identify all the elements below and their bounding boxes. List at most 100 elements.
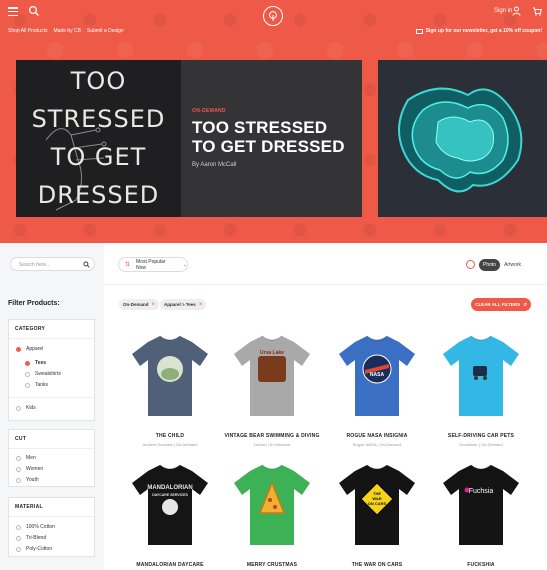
product-name[interactable]: FUCKSHIA — [431, 562, 531, 568]
category-apparel[interactable]: Apparel — [9, 344, 94, 354]
cut-youth-label: Youth — [26, 477, 39, 483]
filter-chip-tees[interactable]: Apparel > Tees × — [160, 299, 207, 310]
material-cotton-label: 100% Cotton — [26, 524, 55, 530]
design-text: Ursa Lake — [260, 350, 284, 356]
hero-banner: Sign in Shop All Products Made by CB Sub… — [0, 0, 547, 243]
radio-icon — [16, 455, 21, 461]
user-icon[interactable] — [512, 6, 521, 16]
clear-all-filters-button[interactable]: CLEAR ALL FILTERS ↺ — [471, 298, 531, 311]
featured-title[interactable]: TOO STRESSED TO GET DRESSED — [192, 118, 352, 156]
product-name[interactable]: SELF-DRIVING CAR PETS — [431, 433, 531, 439]
product-name[interactable]: ROGUE NASA INSIGNIA — [327, 433, 427, 439]
art-line-1: TOO — [70, 67, 127, 95]
product-image[interactable]: THE WAR ON CARS — [327, 453, 427, 553]
view-photo-button[interactable]: Photo — [479, 258, 501, 271]
search-input[interactable]: Search here... — [10, 257, 95, 271]
product-image[interactable] — [222, 453, 322, 553]
sort-icon: ⇅ — [125, 262, 131, 268]
product-name[interactable]: THE CHILD — [120, 433, 220, 439]
close-icon[interactable]: × — [199, 302, 203, 308]
category-kids-label: Kids — [26, 405, 36, 411]
product-artist[interactable]: Lefoot — [254, 442, 265, 447]
category-sweatshirts[interactable]: Sweatshirts — [9, 369, 94, 379]
menu-icon[interactable] — [8, 7, 18, 17]
product-card[interactable]: Ursa Lake VINTAGE BEAR SWIMMING & DIVING L… — [222, 324, 322, 447]
design-text: NASA — [370, 372, 385, 378]
cut-women[interactable]: Women — [9, 464, 94, 474]
category-apparel-label: Apparel — [26, 346, 44, 352]
product-card[interactable]: MERRY CRUSTMAS — [222, 453, 322, 568]
product-image[interactable]: Ursa Lake — [222, 324, 322, 424]
product-image[interactable] — [431, 324, 531, 424]
cut-men[interactable]: Men — [9, 453, 94, 463]
material-cotton[interactable]: 100% Cotton — [9, 522, 94, 532]
tshirt-body — [443, 465, 519, 545]
category-panel: CATEGORY Apparel Tees Sweatshirts Tanks … — [8, 319, 95, 421]
product-type: On-Demand — [379, 442, 402, 447]
australia-map-art — [398, 87, 523, 193]
product-meta: Andrew Onowski | On-Demand — [120, 442, 220, 447]
product-card[interactable]: NASA ROGUE NASA INSIGNIA Rogue NASA | On-D… — [327, 324, 427, 447]
product-card[interactable]: THE CHILD Andrew Onowski | On-Demand — [120, 324, 220, 447]
radio-icon — [25, 360, 30, 366]
filter-chip-ondemand[interactable]: On-Demand × — [119, 299, 160, 310]
child-design — [161, 368, 179, 380]
product-image[interactable]: MANDALORIAN DAYCARE SERVICES — [120, 453, 220, 553]
product-name[interactable]: VINTAGE BEAR SWIMMING & DIVING — [222, 433, 322, 439]
nav-made-by-cb[interactable]: Made by CB — [53, 28, 81, 34]
view-artwork-button[interactable]: Artwork — [504, 262, 521, 268]
cut-youth[interactable]: Youth — [9, 475, 94, 485]
nav-shop-all[interactable]: Shop All Products — [8, 28, 47, 34]
category-kids[interactable]: Kids — [9, 403, 94, 413]
material-polycotton[interactable]: Poly-Cotton — [9, 544, 94, 554]
search-icon[interactable] — [83, 261, 90, 268]
product-artist[interactable]: Rogue NASA — [353, 442, 377, 447]
product-image[interactable]: Fuchsia — [431, 453, 531, 553]
nav-submit-design[interactable]: Submit a Design — [87, 28, 124, 34]
clear-all-label: CLEAR ALL FILTERS — [475, 302, 521, 307]
tshirt-icon — [234, 464, 310, 545]
category-tanks[interactable]: Tanks — [9, 380, 94, 390]
cart-icon[interactable] — [532, 6, 542, 16]
category-tees[interactable]: Tees — [9, 358, 94, 368]
radio-icon — [16, 535, 21, 541]
category-sweatshirts-label: Sweatshirts — [35, 371, 61, 377]
product-card[interactable]: SELF-DRIVING CAR PETS Donalhmir | On-Dema… — [431, 324, 531, 447]
product-card[interactable]: MANDALORIAN DAYCARE SERVICES MANDALORIAN D… — [120, 453, 220, 568]
material-triblend[interactable]: Tri-Blend — [9, 533, 94, 543]
product-artist[interactable]: Donalhmir — [459, 442, 477, 447]
product-card[interactable]: THE WAR ON CARS THE WAR ON CARS — [327, 453, 427, 568]
product-type: On-Demand — [268, 442, 291, 447]
product-artist[interactable]: Andrew Onowski — [142, 442, 172, 447]
close-icon[interactable]: × — [152, 302, 156, 308]
material-triblend-label: Tri-Blend — [26, 535, 47, 541]
fuchsia-dot — [464, 487, 470, 493]
art-line-2: STRESSED — [31, 105, 166, 133]
tshirt-icon — [443, 335, 519, 416]
product-name[interactable]: MERRY CRUSTMAS — [222, 562, 322, 568]
featured-author[interactable]: By Aaron McCall — [192, 162, 362, 168]
signin-link[interactable]: Sign in — [494, 8, 512, 14]
bear-design — [258, 356, 286, 382]
product-image[interactable]: NASA — [327, 324, 427, 424]
material-panel: MATERIAL 100% Cotton Tri-Blend Poly-Cott… — [8, 497, 95, 557]
sort-dropdown[interactable]: ⇅ Most Popular Now ⌄ — [118, 257, 188, 272]
search-icon[interactable] — [28, 5, 40, 17]
featured-design-card[interactable]: TOO STRESSED TO GET DRESSED ON-DEMAND TO… — [16, 60, 362, 217]
color-swatch-icon[interactable] — [466, 260, 475, 269]
newsletter-link[interactable]: Sign up for our newsletter, get a 10% of… — [415, 28, 542, 34]
product-card[interactable]: Fuchsia FUCKSHIA — [431, 453, 531, 568]
helmet-design — [162, 499, 178, 515]
product-image[interactable] — [120, 324, 220, 424]
filter-chip-label: On-Demand — [123, 302, 149, 307]
product-meta: Donalhmir | On-Demand — [431, 442, 531, 447]
product-meta: Lefoot | On-Demand — [222, 442, 322, 447]
sort-label: Most Popular Now — [136, 258, 166, 271]
art-line-3: TO GET — [50, 143, 147, 171]
filter-chip-label: Apparel > Tees — [164, 302, 196, 307]
next-featured-card[interactable] — [378, 60, 547, 217]
mail-icon — [415, 28, 423, 34]
product-name[interactable]: THE WAR ON CARS — [327, 562, 427, 568]
product-name[interactable]: MANDALORIAN DAYCARE — [120, 562, 220, 568]
logo-icon[interactable] — [263, 6, 283, 26]
